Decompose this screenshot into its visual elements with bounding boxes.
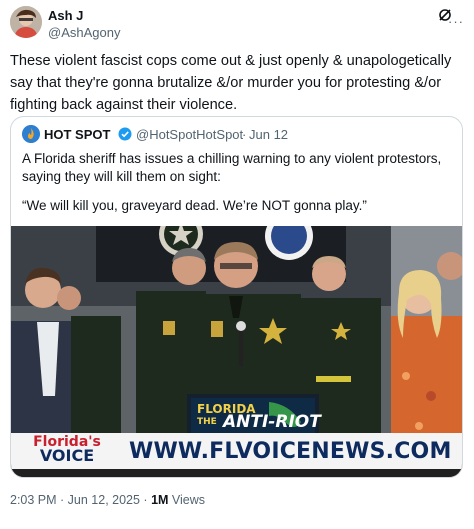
logo-text-bottom: VOICE xyxy=(39,446,95,465)
quote-author-name[interactable]: HOT SPOT xyxy=(44,127,110,142)
quote-author-handle[interactable]: @HotSpotHotSpot xyxy=(136,127,243,142)
tweet-timestamp[interactable]: 2:03 PM · Jun 12, 2025 · xyxy=(10,493,151,507)
news-banner: Florida's VOICE WWW.FLVOICENEWS.COM xyxy=(11,433,462,469)
more-icon[interactable]: ··· xyxy=(448,14,464,29)
tweet-header: Ash J @AshAgony ··· xyxy=(10,6,464,42)
views-count: 1M xyxy=(151,493,169,507)
quote-text-quote: “We will kill you, graveyard dead. We’re… xyxy=(22,198,367,213)
author-name[interactable]: Ash J xyxy=(48,8,83,23)
quote-author-avatar[interactable] xyxy=(22,125,40,143)
tweet-meta: 2:03 PM · Jun 12, 2025 · 1M Views xyxy=(10,493,205,507)
quote-text: A Florida sheriff has issues a chilling … xyxy=(22,151,442,184)
author-handle[interactable]: @AshAgony xyxy=(48,25,120,40)
floridas-voice-logo: Florida's VOICE xyxy=(27,435,107,465)
tweet-text: These violent fascist cops come out & ju… xyxy=(10,53,452,113)
podium-text-the: THE xyxy=(197,417,217,427)
banner-url: WWW.FLVOICENEWS.COM xyxy=(129,439,452,464)
author-avatar[interactable] xyxy=(10,6,42,38)
podium-text-anti-riot: ANTI-RIOT xyxy=(223,412,321,432)
quoted-tweet[interactable]: HOT SPOT @HotSpotHotSpot · Jun 12 A Flor… xyxy=(10,116,463,478)
quote-image[interactable]: FLORIDA THE ANTI-RIOT Florida's VOICE WW… xyxy=(11,226,462,477)
quote-separator: · xyxy=(242,127,247,142)
quote-date[interactable]: Jun 12 xyxy=(249,127,288,142)
views-label: Views xyxy=(168,493,206,507)
verified-icon xyxy=(118,127,132,141)
